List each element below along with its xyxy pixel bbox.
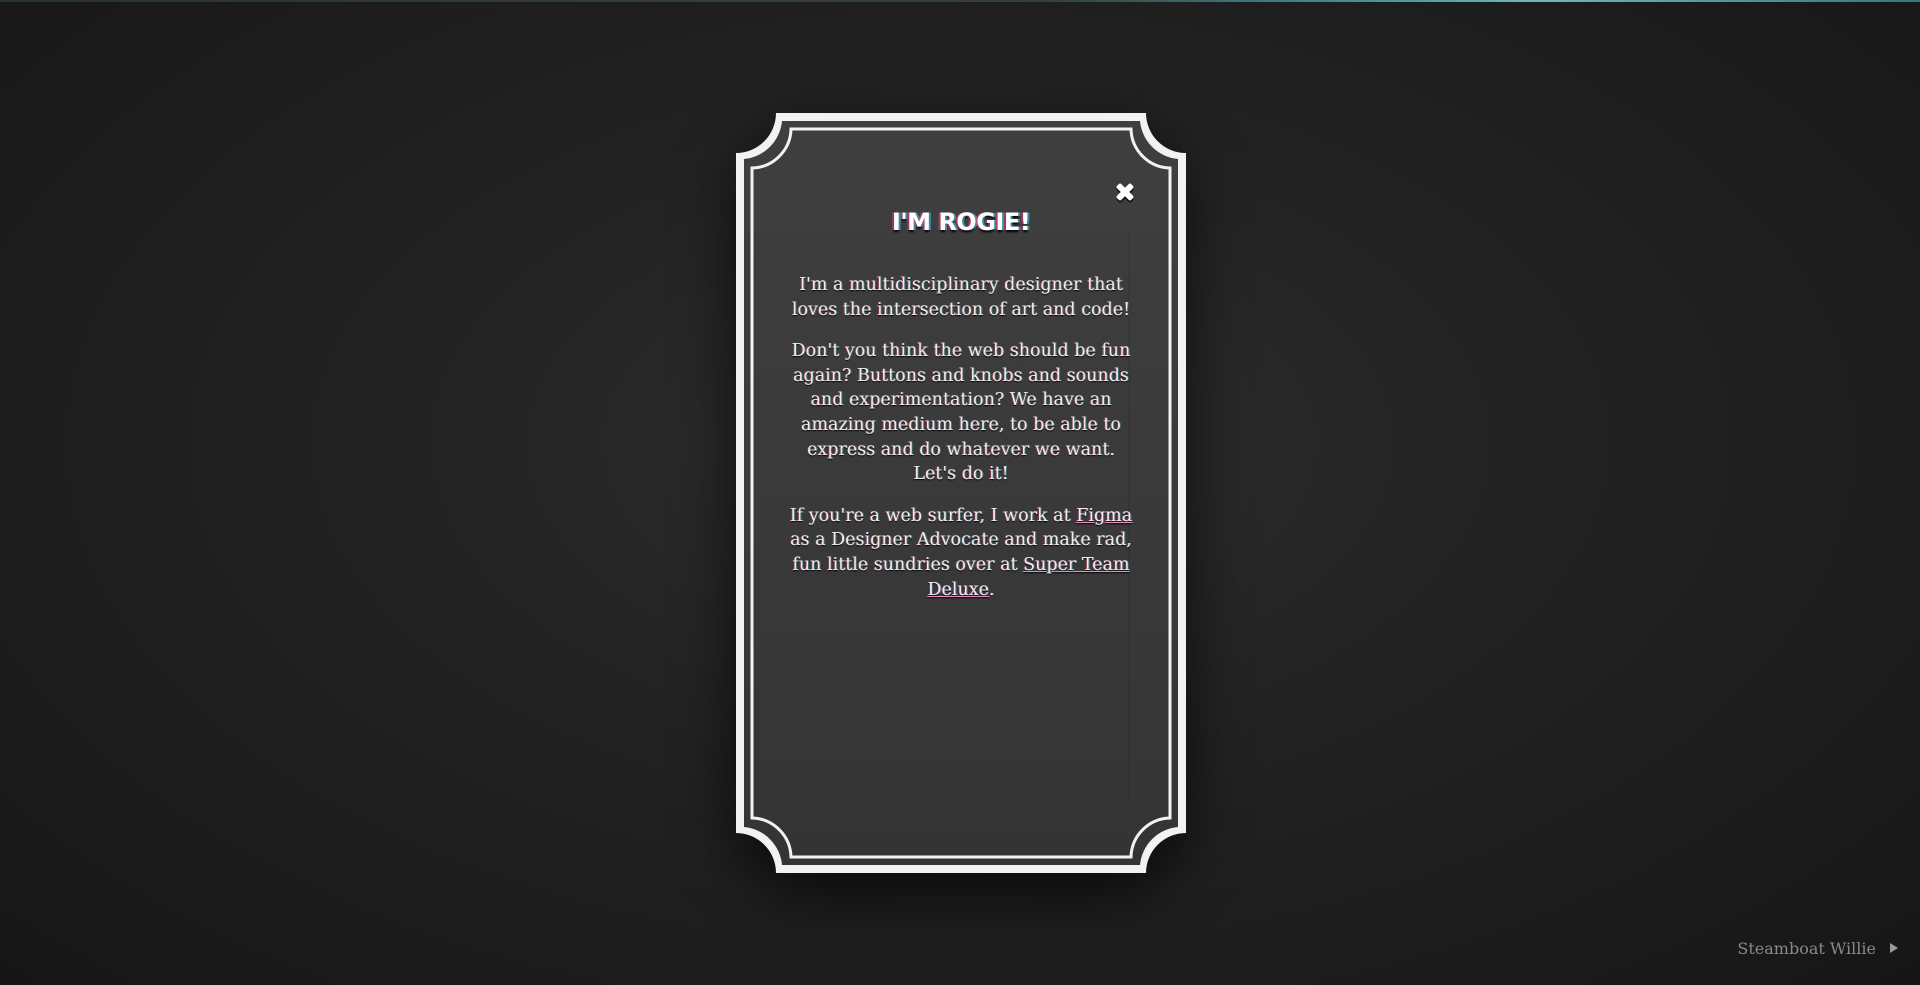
track-label: Steamboat Willie — [1737, 938, 1876, 958]
play-icon[interactable] — [1890, 943, 1898, 953]
figma-link[interactable]: Figma — [1076, 506, 1132, 526]
work-text-start: If you're a web surfer, I work at — [789, 505, 1077, 526]
card-content: I'M ROGIE! I'm a multidisciplinary desig… — [786, 173, 1136, 793]
work-paragraph: If you're a web surfer, I work at Figma … — [786, 504, 1136, 602]
manifesto-paragraph: Don't you think the web should be fun ag… — [791, 341, 1131, 485]
card-body: I'm a multidisciplinary designer that lo… — [786, 273, 1136, 619]
work-text-end: . — [988, 579, 995, 600]
music-player[interactable]: Steamboat Willie — [1737, 937, 1898, 959]
top-accent-strip — [0, 0, 1920, 2]
card-title: I'M ROGIE! — [891, 208, 1031, 236]
intro-paragraph: I'm a multidisciplinary designer that lo… — [791, 275, 1131, 320]
about-card: I'M ROGIE! I'm a multidisciplinary desig… — [736, 113, 1186, 873]
